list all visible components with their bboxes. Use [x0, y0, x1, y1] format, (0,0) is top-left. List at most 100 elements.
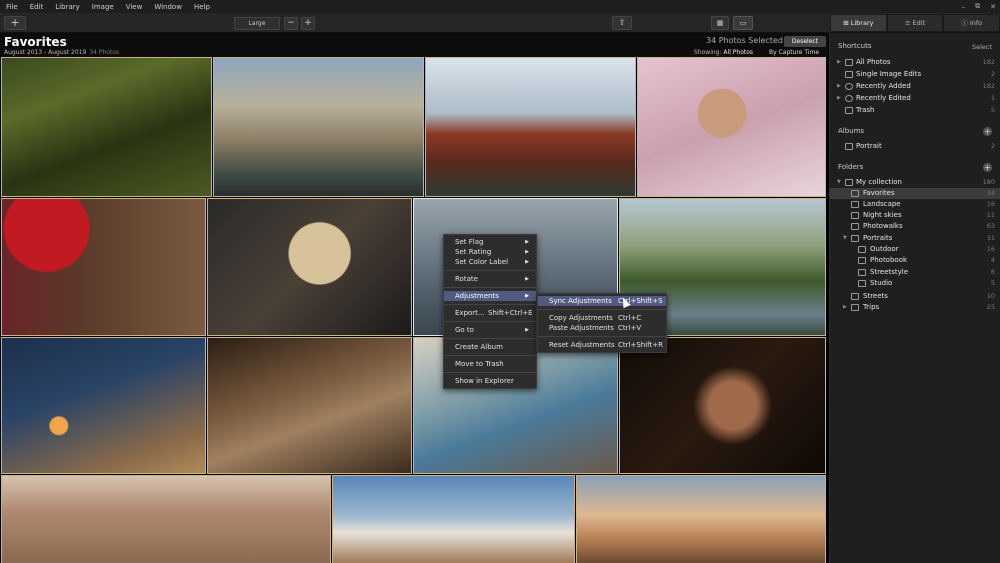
- menu-item-reset-adjustments[interactable]: Reset Adjustments Ctrl+Shift+R: [538, 340, 666, 350]
- sidebar-item-portraits[interactable]: ▼ Portraits 31: [830, 233, 1000, 244]
- single-view-icon[interactable]: ▭: [733, 16, 753, 30]
- menu-item-rotate[interactable]: Rotate ▶: [444, 274, 536, 284]
- sidebar-item-label: Landscape: [863, 200, 901, 208]
- photo-thumbnail[interactable]: [576, 475, 826, 563]
- folder-icon: [858, 269, 866, 276]
- tab-edit[interactable]: ≡ Edit: [886, 14, 944, 32]
- sidebar-item-trips[interactable]: ▶ Trips 25: [830, 302, 1000, 313]
- sidebar-item-outdoor[interactable]: Outdoor 16: [830, 244, 1000, 255]
- menu-edit[interactable]: Edit: [24, 3, 50, 11]
- menu-item-sync-adjustments[interactable]: Sync Adjustments Ctrl+Shift+S: [538, 296, 666, 306]
- context-menu: Set Flag ▶ Set Rating ▶ Set Color Label ▶ R…: [443, 234, 537, 389]
- menu-item-adjustments[interactable]: Adjustments ▶: [444, 291, 536, 301]
- chevron-down-icon[interactable]: ▼: [837, 177, 841, 188]
- sidebar-item-my-collection[interactable]: ▼ My collection 180: [830, 177, 1000, 188]
- clock-icon: [845, 95, 853, 102]
- photo-thumbnail[interactable]: [619, 337, 826, 474]
- photo-thumbnail[interactable]: [207, 198, 412, 336]
- restore-icon[interactable]: ⧉: [975, 2, 980, 11]
- showing-label: Showing:: [694, 49, 722, 56]
- menu-image[interactable]: Image: [86, 3, 120, 11]
- sidebar-item-label: Streets: [863, 292, 888, 300]
- sidebar-item-recently-edited[interactable]: ▶ Recently Edited 1: [830, 93, 1000, 104]
- sidebar-item-photobook[interactable]: Photobook 4: [830, 255, 1000, 266]
- chevron-right-icon[interactable]: ▶: [843, 302, 847, 313]
- menu-item-go-to[interactable]: Go to ▶: [444, 325, 536, 335]
- menu-item-set-color-label[interactable]: Set Color Label ▶: [444, 257, 536, 267]
- photo-thumbnail[interactable]: [1, 475, 331, 563]
- share-icon[interactable]: ⇪: [612, 16, 632, 30]
- add-folder-icon[interactable]: +: [983, 163, 992, 172]
- grid-view-icon[interactable]: ▦: [711, 16, 729, 30]
- sidebar-item-streetstyle[interactable]: Streetstyle 6: [830, 267, 1000, 278]
- sidebar-item-label: My collection: [856, 178, 902, 186]
- chevron-right-icon[interactable]: ▶: [837, 93, 841, 104]
- menu-item-label: Paste Adjustments: [549, 324, 614, 332]
- deselect-button[interactable]: Deselect: [784, 36, 826, 47]
- sidebar-item-favorites[interactable]: Favorites 34: [830, 188, 1000, 199]
- photo-thumbnail[interactable]: [1, 198, 206, 336]
- sidebar-item-count: 10: [986, 292, 995, 300]
- add-photos-button[interactable]: +: [4, 16, 26, 30]
- menu-divider: [444, 321, 536, 322]
- chevron-right-icon: ▶: [525, 249, 529, 255]
- sidebar-item-recently-added[interactable]: ▶ Recently Added 182: [830, 81, 1000, 92]
- menu-library[interactable]: Library: [49, 3, 85, 11]
- tab-library[interactable]: ⊞ Library: [830, 14, 887, 32]
- tab-info[interactable]: ⓘ Info: [943, 14, 1000, 32]
- menu-item-label: Copy Adjustments: [549, 314, 613, 322]
- menu-item-label: Sync Adjustments: [549, 297, 612, 305]
- menu-item-move-to-trash[interactable]: Move to Trash: [444, 359, 536, 369]
- close-icon[interactable]: ✕: [990, 3, 996, 11]
- sidebar-item-trash[interactable]: Trash 5: [830, 105, 1000, 116]
- photo-thumbnail[interactable]: [213, 57, 424, 197]
- menu-item-copy-adjustments[interactable]: Copy Adjustments Ctrl+C: [538, 313, 666, 323]
- menu-divider: [538, 336, 666, 337]
- zoom-out-button[interactable]: −: [284, 17, 298, 30]
- menu-divider: [444, 270, 536, 271]
- menu-item-shortcut: Ctrl+C: [618, 314, 642, 322]
- sidebar-item-streets[interactable]: Streets 10: [830, 291, 1000, 302]
- sidebar-item-studio[interactable]: Studio 5: [830, 278, 1000, 289]
- menu-help[interactable]: Help: [188, 3, 216, 11]
- minimize-icon[interactable]: –: [962, 3, 966, 11]
- sidebar-item-count: 34: [986, 189, 995, 197]
- menu-file[interactable]: File: [0, 3, 24, 11]
- photo-thumbnail[interactable]: [332, 475, 575, 563]
- sidebar-item-count: 182: [982, 82, 995, 90]
- menu-item-label: Set Rating: [455, 248, 492, 256]
- menu-item-set-flag[interactable]: Set Flag ▶: [444, 237, 536, 247]
- thumbnail-size-select[interactable]: Large: [234, 17, 280, 30]
- menu-item-show-in-explorer[interactable]: Show in Explorer: [444, 376, 536, 386]
- menu-item-set-rating[interactable]: Set Rating ▶: [444, 247, 536, 257]
- menu-view[interactable]: View: [120, 3, 149, 11]
- sort-select[interactable]: By Capture Time: [769, 49, 819, 56]
- menu-item-paste-adjustments[interactable]: Paste Adjustments Ctrl+V: [538, 323, 666, 333]
- chevron-right-icon[interactable]: ▶: [837, 81, 841, 92]
- sidebar-item-photowalks[interactable]: Photowalks 63: [830, 221, 1000, 232]
- chevron-right-icon[interactable]: ▶: [837, 57, 841, 68]
- menu-item-export[interactable]: Export... Shift+Ctrl+E: [444, 308, 536, 318]
- showing-filter[interactable]: Showing: All Photos: [694, 49, 753, 56]
- photo-thumbnail[interactable]: [425, 57, 636, 197]
- sidebar-item-night-skies[interactable]: Night skies 11: [830, 210, 1000, 221]
- photo-thumbnail[interactable]: [637, 57, 826, 197]
- sidebar-item-label: All Photos: [856, 58, 891, 66]
- sidebar-item-landscape[interactable]: Landscape 16: [830, 199, 1000, 210]
- photo-thumbnail[interactable]: [207, 337, 412, 474]
- folder-icon: [851, 235, 859, 242]
- shortcuts-select-button[interactable]: Select: [972, 43, 992, 51]
- sidebar-item-single-image-edits[interactable]: Single Image Edits 2: [830, 69, 1000, 80]
- clock-icon: [845, 83, 853, 90]
- menu-window[interactable]: Window: [148, 3, 188, 11]
- sidebar-item-portrait[interactable]: Portrait 2: [830, 141, 1000, 152]
- add-album-icon[interactable]: +: [983, 127, 992, 136]
- sidebar-item-all-photos[interactable]: ▶ All Photos 182: [830, 57, 1000, 68]
- photo-thumbnail[interactable]: [1, 57, 212, 197]
- chevron-down-icon[interactable]: ▼: [843, 233, 847, 244]
- chevron-right-icon: ▶: [525, 293, 529, 299]
- menu-item-create-album[interactable]: Create Album: [444, 342, 536, 352]
- zoom-in-button[interactable]: +: [301, 17, 315, 30]
- photo-thumbnail[interactable]: [1, 337, 206, 474]
- sidebar-item-count: 182: [982, 58, 995, 66]
